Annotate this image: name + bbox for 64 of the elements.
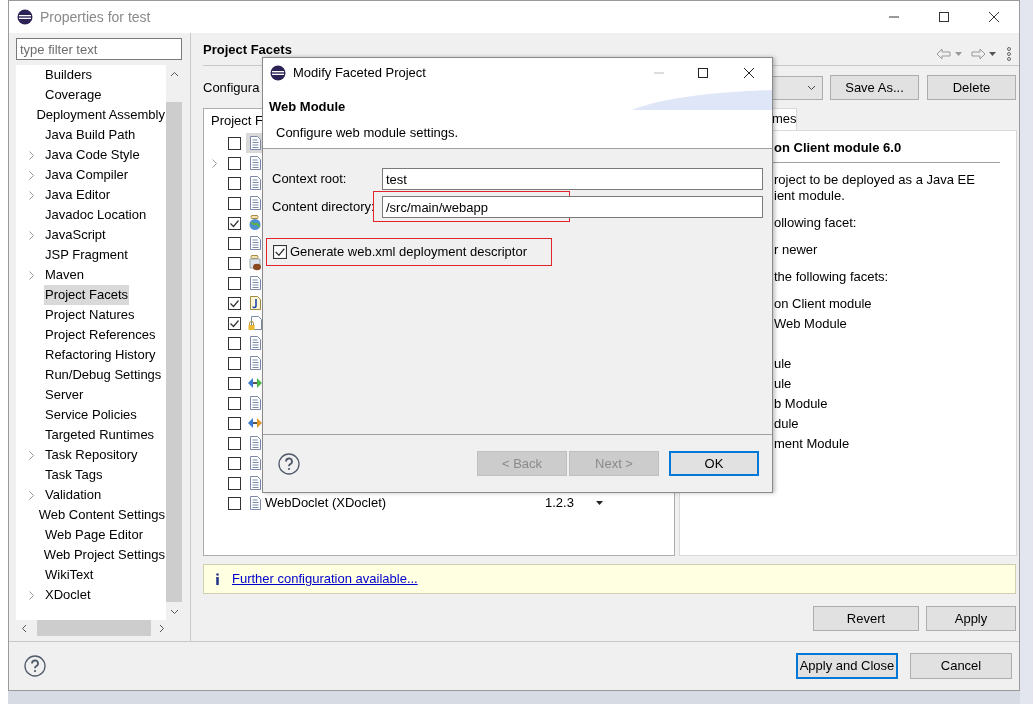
tree-item[interactable]: Java Compiler [44, 165, 130, 185]
tree-item[interactable]: Java Build Path [44, 125, 137, 145]
details-text: ule [774, 375, 792, 393]
field-label: Context root: [272, 170, 348, 189]
text-field[interactable]: /src/main/webapp [382, 196, 763, 218]
details-text: ule [774, 355, 792, 373]
tree-item[interactable]: Project References [44, 325, 157, 345]
tree-item[interactable]: Builders [44, 65, 93, 85]
tree-item[interactable]: Targeted Runtimes [44, 425, 156, 445]
tree-item[interactable]: Java Code Style [44, 145, 141, 165]
tree-item[interactable]: Project Natures [44, 305, 136, 325]
tree-item[interactable]: Validation [44, 485, 103, 505]
field-label: Content directory: [272, 198, 376, 217]
tree-item[interactable]: Javadoc Location [44, 205, 148, 225]
tree-item[interactable]: XDoclet [44, 585, 92, 605]
tree-item[interactable]: Task Tags [44, 465, 104, 485]
toolbar-button[interactable]: Save As... [830, 75, 919, 100]
tree-item[interactable]: Coverage [44, 85, 103, 105]
details-text: ollowing facet: [774, 214, 857, 232]
configuration-link[interactable]: Further configuration available... [232, 569, 418, 589]
facet-name: WebDoclet (XDoclet) [265, 495, 387, 511]
checkbox-label[interactable]: Generate web.xml deployment descriptor [290, 242, 527, 262]
tree-item[interactable]: Java Editor [44, 185, 112, 205]
column-header[interactable]: Project F [211, 111, 263, 131]
text-field[interactable]: test [382, 168, 763, 190]
page-title: Project Facets [203, 40, 292, 59]
details-text: on Client module [774, 295, 872, 313]
filter-field[interactable]: type filter text [16, 38, 182, 60]
window-title: Properties for test [40, 7, 151, 27]
dialog-title: Modify Faceted Project [293, 64, 426, 83]
action-button[interactable]: Revert [813, 606, 919, 631]
details-text: b Module [774, 395, 828, 413]
details-text: dule [774, 415, 799, 433]
tree-item[interactable]: Maven [44, 265, 86, 285]
details-text: Web Module [774, 315, 847, 333]
tree-item[interactable]: Service Policies [44, 405, 138, 425]
details-text: ment Module [774, 435, 850, 453]
dialog-heading: Web Module [269, 98, 346, 116]
tree-item[interactable]: JavaScript [44, 225, 107, 245]
details-text: ient module. [774, 187, 845, 205]
tree-item[interactable]: Run/Debug Settings [44, 365, 163, 385]
tree-item[interactable]: Refactoring History [44, 345, 157, 365]
dialog-button[interactable]: Cancel [910, 653, 1012, 679]
dialog-description: Configure web module settings. [276, 124, 459, 142]
configuration-label: Configura [203, 78, 260, 97]
tree-item[interactable]: Task Repository [44, 445, 139, 465]
tree-item[interactable]: Project Facets [44, 285, 130, 305]
tree-item[interactable]: Deployment Assembly [35, 105, 166, 125]
tree-item[interactable]: JSP Fragment [44, 245, 129, 265]
tree-item[interactable]: Web Content Settings [37, 505, 166, 525]
tree-item[interactable]: Server [44, 385, 85, 405]
details-title: on Client module 6.0 [774, 139, 902, 157]
facet-version[interactable]: 1.2.3 [545, 495, 574, 511]
dialog-button[interactable]: Apply and Close [796, 653, 898, 679]
dialog-button[interactable]: OK [669, 451, 759, 476]
tree-item[interactable]: Web Project Settings [42, 545, 166, 565]
details-text: roject to be deployed as a Java EE [774, 171, 975, 189]
details-tab[interactable]: mes [771, 108, 797, 130]
toolbar-button[interactable]: Delete [927, 75, 1016, 100]
details-text: r newer [774, 241, 818, 259]
details-text: the following facets: [774, 268, 889, 286]
action-button[interactable]: Apply [926, 606, 1016, 631]
tree-item[interactable]: WikiText [44, 565, 95, 585]
tree-item[interactable]: Web Page Editor [44, 525, 145, 545]
